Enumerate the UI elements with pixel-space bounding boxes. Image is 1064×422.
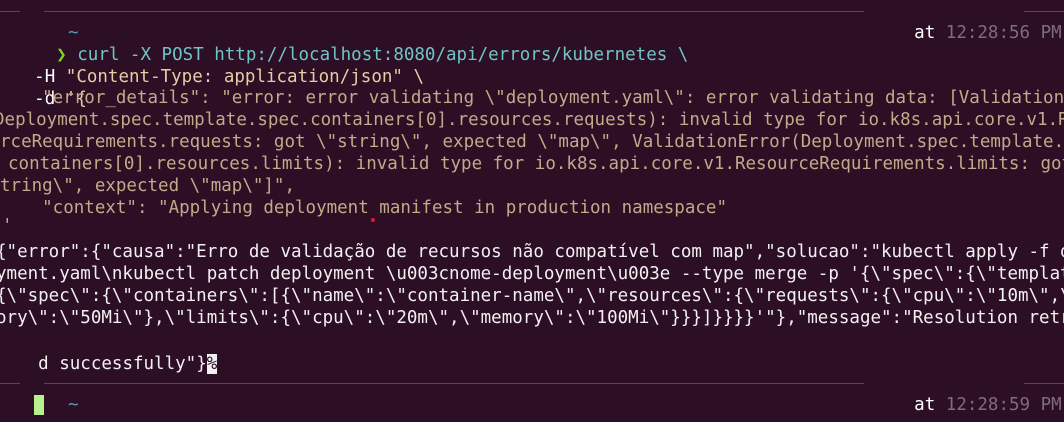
output-line-4: ory\":\"50Mi\"},\"limits\":{\"cpu\":\"20… xyxy=(0,308,1064,328)
prompt2-separator-right xyxy=(1024,383,1064,384)
prompt2-separator-mid xyxy=(44,383,864,384)
command-line-8: tring\", expected \"map\"]", xyxy=(0,176,296,196)
at-label: at xyxy=(914,395,936,415)
command-line-2: -H "Content-Type: application/json" \ xyxy=(34,67,425,87)
prompt2-time: at 12:28:59 PM xyxy=(872,369,1062,415)
terminal-window[interactable]: ~ at 12:28:56 PM ❯ curl -X POST http://l… xyxy=(0,0,1064,422)
output-line-1: {"error":{"causa":"Erro de validação de … xyxy=(0,242,1064,262)
command-line-9: "context": "Applying deployment manifest… xyxy=(0,198,727,218)
command-line-4: "error_details": "error: error validatin… xyxy=(0,88,1064,108)
at-label: at xyxy=(914,23,936,43)
command-line-5: Deployment.spec.template.spec.containers… xyxy=(0,110,1064,130)
command-line-3: -d '{ xyxy=(34,89,87,109)
end-of-line-mark: % xyxy=(206,354,218,374)
prompt2-directory: ~ xyxy=(26,369,79,415)
prompt-separator-left xyxy=(0,11,20,12)
timestamp: 12:28:59 PM xyxy=(945,395,1062,415)
output-line-5: d successfully"}% xyxy=(0,328,218,374)
directory-label: ~ xyxy=(68,395,79,415)
command-line-6: rceRequirements.requests: got \"string\"… xyxy=(0,132,1064,152)
command-line-7: containers[0].resources.limits): invalid… xyxy=(8,154,1064,174)
prompt2-separator-left xyxy=(0,383,20,384)
command-line-10: ' xyxy=(2,216,13,236)
prompt-separator-mid xyxy=(44,11,864,12)
timestamp: 12:28:56 PM xyxy=(945,23,1062,43)
text-cursor[interactable] xyxy=(34,395,44,415)
output-line-2: yment.yaml\nkubectl patch deployment \u0… xyxy=(0,264,1064,284)
command-line-1: ❯ curl -X POST http://localhost:8080/api… xyxy=(14,19,688,65)
output-line-3: {\"spec\":{\"containers\":[{\"name\":\"c… xyxy=(0,286,1064,306)
red-dot-marker xyxy=(371,218,375,222)
prompt-separator-right xyxy=(1024,11,1064,12)
